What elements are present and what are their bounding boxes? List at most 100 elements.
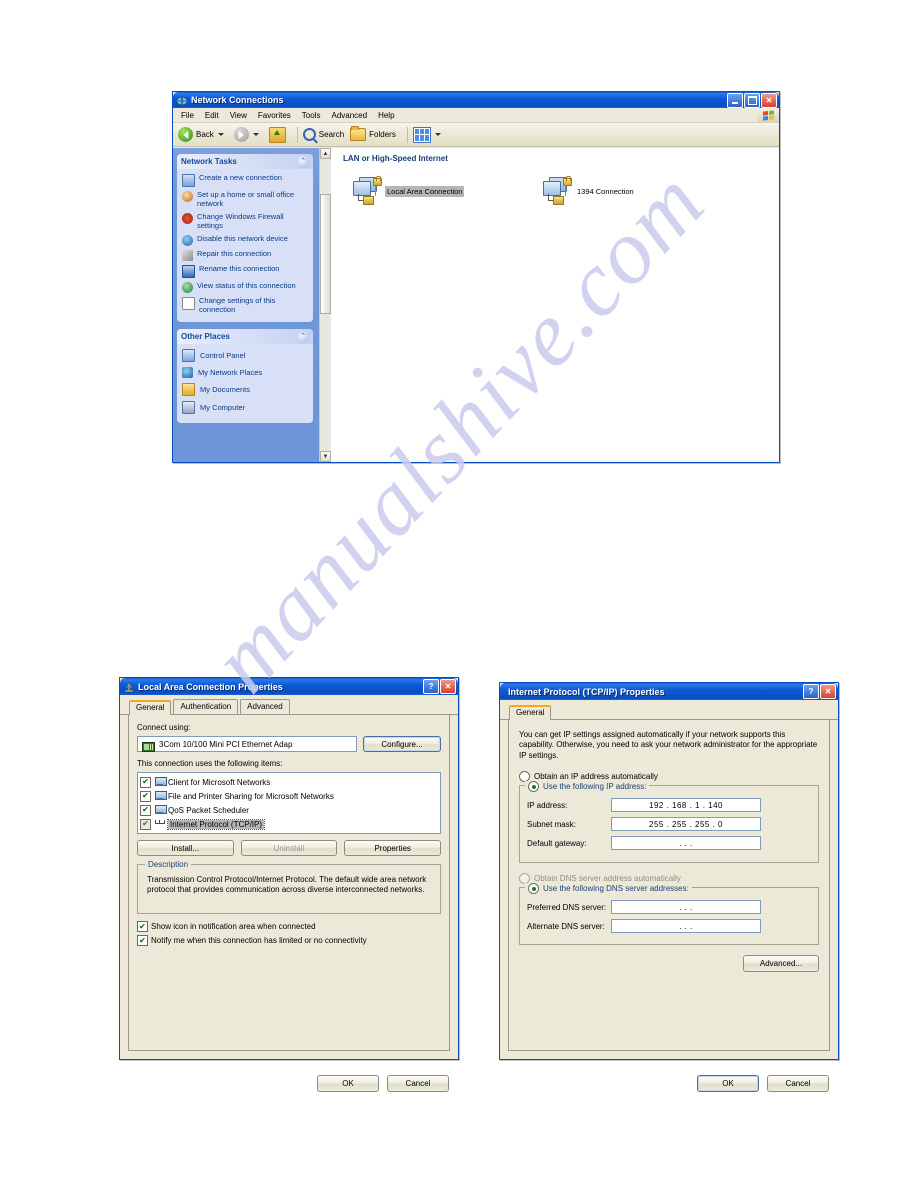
minimize-button[interactable] <box>727 92 743 108</box>
network-places-icon <box>182 367 193 379</box>
menu-tools[interactable]: Tools <box>302 111 321 120</box>
scroll-up-arrow-icon[interactable]: ▲ <box>320 148 331 159</box>
list-item[interactable]: ✔ Internet Protocol (TCP/IP) <box>140 817 438 831</box>
configure-button[interactable]: Configure... <box>363 736 441 752</box>
home-network-icon <box>182 191 193 202</box>
sidebar-scrollbar[interactable]: ▲ ▼ <box>319 148 331 462</box>
tab-authentication[interactable]: Authentication <box>173 699 239 714</box>
folders-button[interactable]: Folders <box>350 126 396 141</box>
preferred-dns-input[interactable]: . . . <box>611 900 761 915</box>
other-places-title: Other Places <box>181 332 230 342</box>
up-button[interactable] <box>268 126 286 143</box>
scrollbar-thumb[interactable] <box>320 194 331 314</box>
configure-label: Configure... <box>381 739 423 749</box>
adapter-name: 3Com 10/100 Mini PCI Ethernet Adap <box>159 739 293 749</box>
radio-on-icon[interactable] <box>528 883 539 895</box>
help-button[interactable]: ? <box>423 679 439 694</box>
tab-general[interactable]: General <box>129 700 172 715</box>
subnet-mask-input[interactable]: 255 . 255 . 255 . 0 <box>611 817 761 832</box>
ok-label: OK <box>342 1079 354 1088</box>
checkbox-show-icon[interactable]: ✔ <box>137 921 148 932</box>
views-dropdown-caret-icon[interactable] <box>434 133 441 136</box>
toolbar-separator <box>296 126 298 143</box>
sidebar-task-disable-device[interactable]: Disable this network device <box>182 234 309 246</box>
sidebar-task-repair-connection[interactable]: Repair this connection <box>182 249 309 261</box>
explorer-menubar: File Edit View Favorites Tools Advanced … <box>173 108 779 123</box>
tcpip-dialog-titlebar: Internet Protocol (TCP/IP) Properties ? … <box>500 683 838 700</box>
cancel-button[interactable]: Cancel <box>387 1075 449 1092</box>
checkbox-checked-icon[interactable]: ✔ <box>140 790 151 802</box>
help-button[interactable]: ? <box>803 684 819 699</box>
maximize-button[interactable] <box>744 92 760 108</box>
sidebar-task-rename-connection[interactable]: Rename this connection <box>182 264 309 278</box>
install-button[interactable]: Install... <box>137 840 234 856</box>
alternate-dns-label: Alternate DNS server: <box>527 921 605 931</box>
sidebar-task-view-status[interactable]: View status of this connection <box>182 281 309 293</box>
subnet-mask-row: Subnet mask: 255 . 255 . 255 . 0 <box>527 817 811 832</box>
radio-use-following-ip[interactable]: Use the following IP address: <box>525 781 650 793</box>
sidebar-item-my-network-places[interactable]: My Network Places <box>182 366 309 379</box>
alternate-dns-input[interactable]: . . . <box>611 919 761 934</box>
chevron-up-icon[interactable]: ⌃ <box>297 330 309 343</box>
search-button[interactable]: Search <box>302 128 344 141</box>
sidebar-item-my-computer[interactable]: My Computer <box>182 400 309 415</box>
menu-favorites[interactable]: Favorites <box>258 111 291 120</box>
cancel-button[interactable]: Cancel <box>767 1075 829 1092</box>
back-dropdown-caret-icon[interactable] <box>217 133 224 136</box>
back-button[interactable]: Back <box>178 127 228 142</box>
items-label: This connection uses the following items… <box>137 759 283 768</box>
network-tasks-header[interactable]: Network Tasks ⌃ <box>177 154 313 169</box>
back-arrow-icon <box>178 127 193 142</box>
forward-dropdown-caret-icon[interactable] <box>252 133 259 136</box>
list-item[interactable]: ✔ QoS Packet Scheduler <box>140 803 438 817</box>
sidebar-task-setup-home-network[interactable]: Set up a home or small office network <box>182 190 309 209</box>
task-label: Rename this connection <box>199 263 280 273</box>
ip-address-label: IP address: <box>527 800 568 810</box>
forward-button[interactable] <box>233 127 263 142</box>
up-folder-icon <box>268 126 286 143</box>
close-button[interactable]: ✕ <box>820 684 836 699</box>
tab-advanced[interactable]: Advanced <box>240 699 290 714</box>
close-button[interactable]: ✕ <box>440 679 456 694</box>
properties-button[interactable]: Properties <box>344 840 442 856</box>
radio-on-icon[interactable] <box>528 781 539 793</box>
sidebar-task-firewall-settings[interactable]: Change Windows Firewall settings <box>182 212 309 231</box>
close-button[interactable]: ✕ <box>761 92 777 108</box>
use-following-dns-label: Use the following DNS server addresses: <box>543 884 689 894</box>
menu-view[interactable]: View <box>230 111 247 120</box>
checkbox-checked-icon[interactable]: ✔ <box>140 818 151 830</box>
checkbox-checked-icon[interactable]: ✔ <box>140 776 151 788</box>
list-item-label: File and Printer Sharing for Microsoft N… <box>168 791 334 801</box>
menu-advanced[interactable]: Advanced <box>331 111 367 120</box>
install-label: Install... <box>171 843 200 853</box>
views-button[interactable] <box>412 126 445 143</box>
network-tasks-panel: Network Tasks ⌃ Create a new connection … <box>177 154 313 323</box>
other-places-header[interactable]: Other Places ⌃ <box>177 329 313 345</box>
sidebar-item-my-documents[interactable]: My Documents <box>182 382 309 397</box>
chevron-up-icon[interactable]: ⌃ <box>297 155 309 168</box>
network-adapter-icon <box>123 681 135 693</box>
cancel-label: Cancel <box>785 1079 811 1088</box>
obtain-dns-label: Obtain DNS server address automatically <box>534 874 681 884</box>
connection-item-1394[interactable]: 1394 Connection <box>541 176 636 205</box>
menu-help[interactable]: Help <box>378 111 394 120</box>
connection-item-local-area[interactable]: Local Area Connection <box>351 176 541 205</box>
checkbox-notify[interactable]: ✔ <box>137 935 148 946</box>
advanced-button[interactable]: Advanced... <box>743 955 819 973</box>
list-item[interactable]: ✔ File and Printer Sharing for Microsoft… <box>140 789 438 803</box>
radio-use-following-dns[interactable]: Use the following DNS server addresses: <box>525 883 692 895</box>
default-gateway-input[interactable]: . . . <box>611 836 761 851</box>
ok-button[interactable]: OK <box>697 1075 759 1092</box>
menu-file[interactable]: File <box>181 111 194 120</box>
ip-address-input[interactable]: 192 . 168 . 1 . 140 <box>611 798 761 813</box>
scroll-down-arrow-icon[interactable]: ▼ <box>320 451 331 462</box>
sidebar-task-change-settings[interactable]: Change settings of this connection <box>182 296 309 315</box>
ok-button[interactable]: OK <box>317 1075 379 1092</box>
components-listbox[interactable]: ✔ Client for Microsoft Networks ✔ File a… <box>137 772 441 834</box>
tab-general[interactable]: General <box>509 705 552 720</box>
menu-edit[interactable]: Edit <box>205 111 219 120</box>
checkbox-checked-icon[interactable]: ✔ <box>140 804 151 816</box>
sidebar-task-create-connection[interactable]: Create a new connection <box>182 173 309 187</box>
sidebar-item-control-panel[interactable]: Control Panel <box>182 348 309 363</box>
list-item[interactable]: ✔ Client for Microsoft Networks <box>140 775 438 789</box>
